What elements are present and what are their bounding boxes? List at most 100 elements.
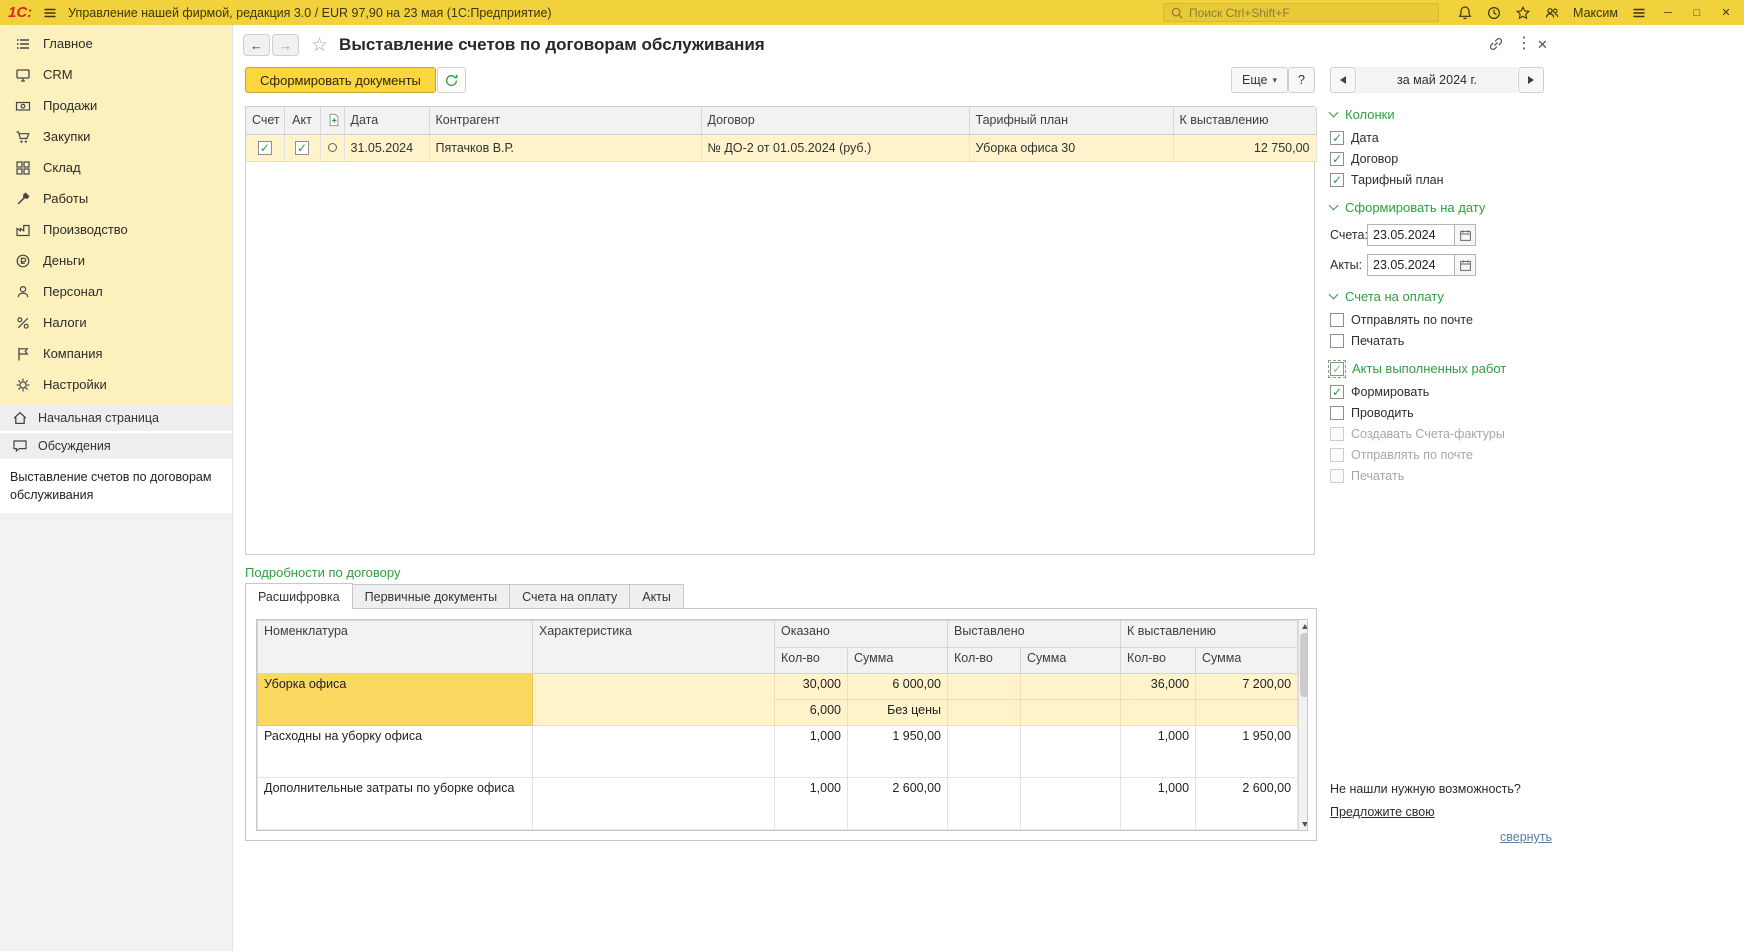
col-invoice[interactable]: Счет [246,107,285,135]
group-acts[interactable]: Акты выполненных работ [1328,359,1548,378]
calendar-icon[interactable] [1455,224,1476,246]
invoices-date-input[interactable] [1367,224,1455,246]
sidebar-item-purchases[interactable]: Закупки [0,121,232,152]
checkbox-row-tariff[interactable]: Тарифный план [1330,173,1548,187]
col-billed[interactable]: Выставлено [947,620,1122,648]
coin-icon [15,253,31,269]
calendar-icon[interactable] [1455,254,1476,276]
previous-period-button[interactable] [1330,67,1356,93]
more-actions-icon[interactable]: ⋮ [1516,36,1532,52]
col-to-bill[interactable]: К выставлению [1120,620,1299,648]
subcol-sum[interactable]: Сумма [846,647,949,674]
next-period-button[interactable] [1518,67,1544,93]
tab-invoices[interactable]: Счета на оплату [510,584,631,609]
sidebar-item-production[interactable]: Производство [0,214,232,245]
sidebar-item-company[interactable]: Компания [0,338,232,369]
sidebar-item-taxes[interactable]: Налоги [0,307,232,338]
tab-label: Акты [642,589,671,604]
checkbox[interactable] [1330,406,1344,420]
favorites-star-icon[interactable] [1515,5,1531,21]
notifications-bell-icon[interactable] [1457,5,1473,21]
checkbox[interactable] [1330,131,1344,145]
service-menu-icon[interactable] [1631,5,1647,21]
sidebar-item-settings[interactable]: Настройки [0,369,232,400]
col-tariff[interactable]: Тарифный план [969,107,1174,135]
checkbox-row-post[interactable]: Проводить [1330,406,1548,420]
subcol-sum[interactable]: Сумма [1195,647,1299,674]
col-counterparty[interactable]: Контрагент [429,107,702,135]
minimize-window-button[interactable]: ─ [1660,7,1676,19]
sidebar-item-sales[interactable]: Продажи [0,90,232,121]
open-window-item[interactable]: Выставление счетов по договорам обслужив… [0,461,232,513]
sidebar-item-works[interactable]: Работы [0,183,232,214]
checkbox-row-print[interactable]: Печатать [1330,334,1548,348]
tab-decryption[interactable]: Расшифровка [245,583,353,609]
checkbox[interactable] [1330,173,1344,187]
user-menu[interactable]: Максим [1573,6,1618,20]
checkbox[interactable] [1330,313,1344,327]
subcol-qty[interactable]: Кол-во [947,647,1022,674]
checkbox-row-send-mail[interactable]: Отправлять по почте [1330,313,1548,327]
help-button[interactable]: ? [1288,67,1315,93]
acts-date-input[interactable] [1367,254,1455,276]
checkbox-row-contract[interactable]: Договор [1330,152,1548,166]
main-menu-icon[interactable] [42,5,58,21]
subcol-qty[interactable]: Кол-во [1120,647,1197,674]
group-columns[interactable]: Колонки [1328,107,1548,122]
subcol-qty[interactable]: Кол-во [774,647,848,674]
sidebar-item-start-page[interactable]: Начальная страница [0,405,232,433]
sidebar-item-warehouse[interactable]: Склад [0,152,232,183]
global-search[interactable] [1163,3,1440,22]
close-form-icon[interactable]: ✕ [1537,38,1548,51]
details-row[interactable]: Расходны на уборку офиса 1,000 1 950,00 … [257,725,1299,778]
favorite-star-icon[interactable]: ☆ [311,34,328,57]
details-row[interactable]: Уборка офиса 30,000 6 000,00 36,000 7 20… [257,673,1299,726]
subcol-sum[interactable]: Сумма [1020,647,1122,674]
col-date[interactable]: Дата [344,107,430,135]
tab-primary-documents[interactable]: Первичные документы [352,584,511,609]
history-icon[interactable] [1486,5,1502,21]
maximize-window-button[interactable]: □ [1689,7,1705,19]
collapse-link[interactable]: свернуть [1500,830,1552,844]
col-contract[interactable]: Договор [701,107,970,135]
new-document-icon[interactable] [320,107,345,135]
group-generate-date[interactable]: Сформировать на дату [1328,200,1548,215]
col-provided[interactable]: Оказано [773,620,949,648]
acts-group-checkbox[interactable] [1328,359,1346,378]
invoice-row[interactable]: 31.05.2024 Пятачков В.Р. № ДО-2 от 01.05… [246,134,1317,162]
sidebar-item-crm[interactable]: CRM [0,59,232,90]
vertical-scrollbar[interactable] [1298,620,1307,830]
back-button[interactable]: ← [243,34,270,56]
close-window-button[interactable]: ✕ [1718,6,1734,19]
group-invoices[interactable]: Счета на оплату [1328,289,1548,304]
tab-acts[interactable]: Акты [630,584,684,609]
checkbox-row-date[interactable]: Дата [1330,131,1548,145]
sidebar-item-discussions[interactable]: Обсуждения [0,433,232,461]
checkbox-row-generate[interactable]: Формировать [1330,385,1548,399]
search-input[interactable] [1189,5,1433,20]
details-row[interactable]: Дополнительные затраты по уборке офиса 1… [257,777,1299,830]
col-nomenclature[interactable]: Номенклатура [257,620,533,674]
scrollbar-thumb[interactable] [1300,633,1307,697]
checkbox[interactable] [1330,152,1344,166]
get-link-icon[interactable] [1488,36,1504,52]
act-checkbox[interactable] [295,140,309,155]
checkbox[interactable] [1330,385,1344,399]
suggest-feature-link[interactable]: Предложите свою [1330,805,1435,819]
col-characteristic[interactable]: Характеристика [532,620,775,674]
forward-button[interactable]: → [272,34,299,56]
period-label[interactable]: за май 2024 г. [1357,67,1517,93]
users-icon[interactable] [1544,5,1560,21]
checkbox[interactable] [1330,334,1344,348]
refresh-button[interactable] [437,67,466,93]
scroll-down-icon[interactable] [1299,818,1307,830]
invoice-checkbox[interactable] [257,140,272,155]
sidebar-item-money[interactable]: Деньги [0,245,232,276]
generate-documents-button[interactable]: Сформировать документы [245,67,436,93]
col-to-bill[interactable]: К выставлению [1173,107,1317,135]
sidebar-item-staff[interactable]: Персонал [0,276,232,307]
col-act[interactable]: Акт [284,107,321,135]
scroll-up-icon[interactable] [1299,620,1307,632]
more-button[interactable]: Еще ▾ [1231,67,1288,93]
sidebar-item-main[interactable]: Главное [0,28,232,59]
